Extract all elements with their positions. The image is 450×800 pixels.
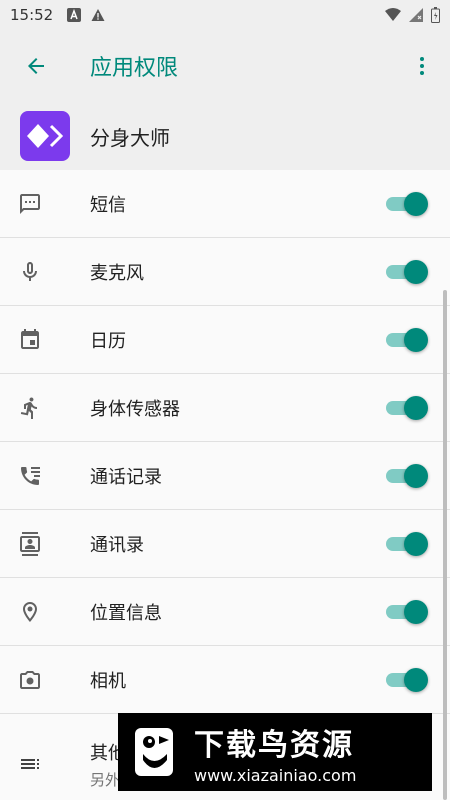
toggle-switch[interactable]: [384, 598, 428, 626]
location-icon: [23, 601, 37, 622]
toggle-switch[interactable]: [384, 326, 428, 354]
permission-list: 短信 麦克风 日历 身体传感器 通话记录 通讯录 位置信息 相机 其他 另外: [0, 170, 450, 800]
permission-label: 通话记录: [90, 466, 162, 488]
watermark-url: www.xiazainiao.com: [194, 765, 357, 785]
permission-label: 身体传感器: [90, 398, 180, 420]
sms-icon: [20, 193, 40, 214]
permission-row-calendar[interactable]: 日历: [0, 306, 450, 374]
toggle-switch[interactable]: [384, 394, 428, 422]
warning-icon: [91, 9, 105, 21]
more-options-button[interactable]: [394, 30, 450, 102]
toggle-switch[interactable]: [384, 190, 428, 218]
permission-label: 通讯录: [90, 534, 144, 556]
notification-a-icon: [67, 8, 82, 22]
calendar-icon: [21, 328, 39, 349]
permission-row-contacts[interactable]: 通讯录: [0, 510, 450, 578]
watermark-banner: 下载鸟资源 www.xiazainiao.com: [118, 713, 432, 791]
list-icon: [21, 759, 39, 769]
permission-row-sms[interactable]: 短信: [0, 170, 450, 238]
permission-label: 短信: [90, 194, 126, 216]
toggle-switch[interactable]: [384, 462, 428, 490]
app-name: 分身大师: [90, 125, 170, 150]
app-header: 分身大师: [0, 102, 450, 170]
more-vert-icon: [420, 57, 424, 75]
permission-row-call-log[interactable]: 通话记录: [0, 442, 450, 510]
watermark-title: 下载鸟资源: [194, 727, 354, 763]
dual-diamond-icon: [27, 124, 63, 148]
toggle-switch[interactable]: [384, 530, 428, 558]
scrollbar[interactable]: [443, 290, 447, 800]
permission-label: 日历: [90, 330, 126, 352]
camera-icon: [20, 670, 40, 689]
permission-row-body-sensors[interactable]: 身体传感器: [0, 374, 450, 442]
bird-logo-icon: [118, 713, 190, 791]
permission-row-camera[interactable]: 相机: [0, 646, 450, 714]
toggle-switch[interactable]: [384, 258, 428, 286]
app-icon: [20, 111, 70, 161]
status-bar: 15:52: [0, 0, 450, 30]
page-title: 应用权限: [90, 56, 179, 81]
microphone-icon: [23, 261, 37, 281]
wifi-icon: [385, 8, 401, 21]
permission-label: 位置信息: [90, 602, 162, 624]
permission-row-location[interactable]: 位置信息: [0, 578, 450, 646]
battery-icon: [431, 7, 440, 23]
status-time: 15:52: [10, 6, 54, 24]
contacts-icon: [20, 531, 40, 556]
permission-row-microphone[interactable]: 麦克风: [0, 238, 450, 306]
call-log-icon: [21, 466, 40, 485]
signal-icon: [409, 8, 423, 22]
permission-label: 麦克风: [90, 262, 144, 284]
permission-label: 相机: [90, 670, 126, 692]
toggle-switch[interactable]: [384, 666, 428, 694]
body-sensor-icon: [20, 396, 37, 419]
back-button[interactable]: [0, 30, 72, 102]
arrow-back-icon: [28, 58, 44, 74]
app-bar: 应用权限: [0, 30, 450, 102]
